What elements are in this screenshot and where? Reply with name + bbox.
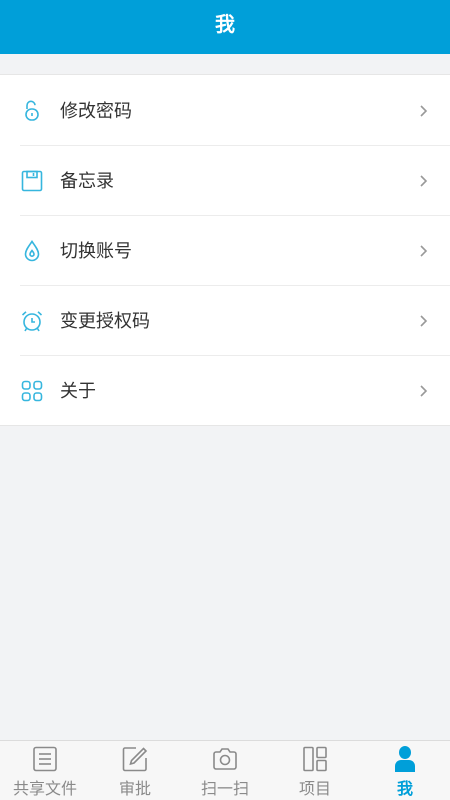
chevron-right-icon [416, 383, 430, 397]
edit-icon [121, 745, 149, 773]
tab-label: 扫一扫 [200, 779, 249, 798]
tab-label: 项目 [298, 779, 331, 798]
tab-shared-files[interactable]: 共享文件 [0, 741, 90, 800]
menu-item-label: 关于 [60, 381, 96, 402]
menu-item-memo[interactable]: 备忘录 [0, 145, 450, 215]
unlock-icon [20, 99, 44, 123]
layout-icon [301, 745, 329, 773]
page-title: 我 [215, 11, 235, 36]
tab-projects[interactable]: 项目 [270, 741, 360, 800]
tab-label: 共享文件 [12, 779, 77, 798]
chevron-right-icon [416, 173, 430, 187]
water-drop-icon [20, 239, 44, 263]
tab-me[interactable]: 我 [360, 741, 450, 800]
top-nav-bar: 我 [0, 0, 450, 54]
menu-item-about[interactable]: 关于 [0, 355, 450, 425]
camera-icon [211, 745, 239, 773]
tab-label: 我 [396, 779, 413, 798]
chevron-right-icon [416, 243, 430, 257]
menu-item-label: 备忘录 [60, 171, 114, 192]
user-icon [391, 745, 419, 773]
menu-item-switch-account[interactable]: 切换账号 [0, 215, 450, 285]
bottom-tab-bar: 共享文件 审批 扫一扫 项目 我 [0, 740, 450, 800]
menu-item-change-auth-code[interactable]: 变更授权码 [0, 285, 450, 355]
alarm-clock-icon [20, 309, 44, 333]
chevron-right-icon [416, 313, 430, 327]
grid-icon [20, 379, 44, 403]
menu-item-label: 变更授权码 [60, 311, 150, 332]
document-list-icon [31, 745, 59, 773]
tab-label: 审批 [118, 779, 151, 798]
tab-approval[interactable]: 审批 [90, 741, 180, 800]
menu-item-label: 修改密码 [60, 101, 132, 122]
floppy-disk-icon [20, 169, 44, 193]
settings-menu: 修改密码 备忘录 切换账号 变更授权码 关于 [0, 74, 450, 426]
menu-item-label: 切换账号 [60, 241, 132, 262]
menu-item-change-password[interactable]: 修改密码 [0, 75, 450, 145]
chevron-right-icon [416, 103, 430, 117]
tab-scan[interactable]: 扫一扫 [180, 741, 270, 800]
